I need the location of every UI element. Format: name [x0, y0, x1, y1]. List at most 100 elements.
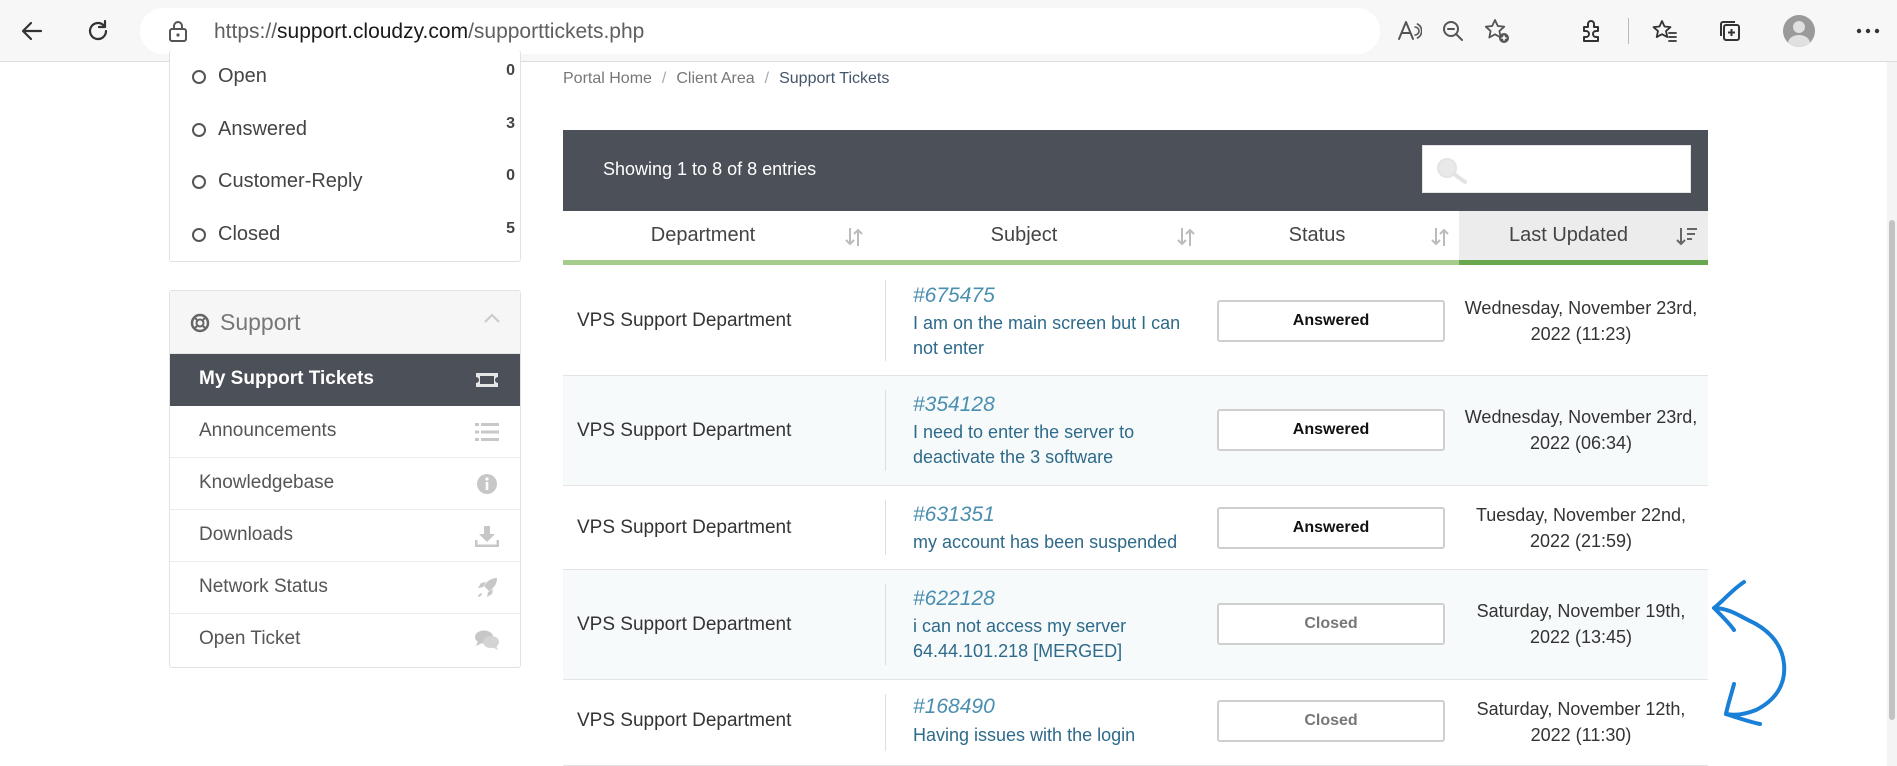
collections-icon[interactable] — [1711, 12, 1749, 50]
filter-open[interactable]: Open 0 — [192, 62, 515, 95]
table-row[interactable]: VPS Support Department #622128 i can not… — [563, 570, 1708, 680]
ticket-id-link[interactable]: #168490 — [913, 695, 995, 719]
ticket-subject-link[interactable]: I am on the main screen but I can not en… — [913, 311, 1203, 361]
filter-label: Answered — [218, 118, 307, 140]
sidebar-item-my-support-tickets[interactable]: My Support Tickets — [170, 354, 520, 406]
ticket-subject-link[interactable]: I need to enter the server to deactivate… — [913, 420, 1203, 470]
breadcrumb-portal-home[interactable]: Portal Home — [563, 70, 652, 87]
zoom-out-icon[interactable] — [1434, 12, 1472, 50]
sidebar-item-downloads[interactable]: Downloads — [170, 510, 520, 562]
column-header-department[interactable]: Department — [563, 211, 873, 265]
filter-count: 3 — [506, 115, 515, 132]
radio-button[interactable] — [192, 70, 206, 84]
status-badge: Answered — [1217, 300, 1445, 342]
sidebar-item-label: Knowledgebase — [199, 472, 335, 493]
breadcrumb-client-area[interactable]: Client Area — [676, 70, 754, 87]
status-badge: Closed — [1217, 603, 1445, 645]
breadcrumb: Portal Home / Client Area / Support Tickets — [563, 70, 890, 87]
url-host: support.cloudzy.com — [277, 20, 469, 43]
last-updated-cell: Saturday, November 12th, 2022 (11:30) — [1476, 699, 1686, 745]
ticket-subject-link[interactable]: i can not access my server 64.44.101.218… — [913, 614, 1203, 664]
sort-icon[interactable] — [1431, 226, 1449, 253]
sort-icon[interactable] — [845, 226, 863, 253]
table-row[interactable]: VPS Support Department #675475 I am on t… — [563, 266, 1708, 376]
sidebar-item-label: Announcements — [199, 420, 337, 441]
column-header-label: Status — [1288, 224, 1346, 246]
filter-label: Closed — [218, 223, 281, 245]
ticket-icon — [474, 368, 500, 392]
column-header-subject[interactable]: Subject — [873, 211, 1205, 265]
column-header-label: Subject — [990, 224, 1058, 246]
radio-button[interactable] — [192, 175, 206, 189]
info-icon — [474, 472, 500, 496]
support-panel-header[interactable]: Support — [170, 291, 520, 354]
table-column-headers: Department Subject Status Last Updated — [563, 211, 1708, 265]
department-cell: VPS Support Department — [577, 420, 792, 441]
download-icon — [474, 524, 500, 548]
sidebar-item-knowledgebase[interactable]: Knowledgebase — [170, 458, 520, 510]
department-cell: VPS Support Department — [577, 517, 792, 538]
last-updated-cell: Tuesday, November 22nd, 2022 (21:59) — [1475, 505, 1687, 551]
ticket-id-link[interactable]: #631351 — [913, 503, 995, 527]
chevron-up-icon[interactable] — [483, 311, 501, 329]
sidebar-item-announcements[interactable]: Announcements — [170, 406, 520, 458]
sort-icon[interactable] — [1177, 226, 1195, 253]
toolbar-divider — [1628, 18, 1629, 44]
table-row[interactable]: VPS Support Department #168490 Having is… — [563, 680, 1708, 766]
support-panel-title: Support — [220, 309, 301, 335]
status-badge: Answered — [1217, 507, 1445, 549]
sidebar-item-network-status[interactable]: Network Status — [170, 562, 520, 614]
address-bar[interactable]: https://support.cloudzy.com/supportticke… — [140, 8, 1509, 54]
url-text[interactable]: https://support.cloudzy.com/supportticke… — [214, 20, 644, 44]
entries-info: Showing 1 to 8 of 8 entries — [603, 159, 817, 179]
department-cell: VPS Support Department — [577, 614, 792, 635]
ticket-id-link[interactable]: #354128 — [913, 393, 995, 417]
back-arrow-icon[interactable] — [13, 12, 51, 50]
filter-label: Customer-Reply — [218, 170, 363, 192]
sidebar-item-open-ticket[interactable]: Open Ticket — [170, 614, 520, 666]
lock-icon[interactable] — [168, 19, 188, 48]
hand-drawn-arrow-annotation — [1712, 580, 1787, 726]
ticket-id-link[interactable]: #675475 — [913, 284, 995, 308]
table-row[interactable]: VPS Support Department #631351 my accoun… — [563, 486, 1708, 570]
breadcrumb-current: Support Tickets — [779, 70, 890, 87]
last-updated-cell: Wednesday, November 23rd, 2022 (11:23) — [1464, 298, 1698, 344]
ticket-subject-link[interactable]: Having issues with the login — [913, 723, 1203, 748]
filter-count: 0 — [506, 167, 515, 184]
profile-avatar[interactable] — [1783, 15, 1815, 47]
department-cell: VPS Support Department — [577, 310, 792, 331]
sort-descending-icon[interactable] — [1676, 226, 1698, 253]
scrollbar-thumb[interactable] — [1889, 220, 1895, 720]
table-search[interactable] — [1422, 145, 1691, 193]
extensions-icon[interactable] — [1573, 12, 1611, 50]
support-panel: Support My Support Tickets Announcements… — [169, 290, 521, 668]
department-cell: VPS Support Department — [577, 710, 792, 731]
filter-label: Open — [218, 65, 267, 87]
add-favorite-icon[interactable] — [1478, 12, 1516, 50]
more-menu-icon[interactable] — [1849, 12, 1887, 50]
radio-button[interactable] — [192, 123, 206, 137]
filter-closed[interactable]: Closed 5 — [192, 220, 515, 253]
sidebar-item-label: My Support Tickets — [199, 368, 374, 389]
ticket-id-link[interactable]: #622128 — [913, 587, 995, 611]
filter-count: 0 — [506, 62, 515, 79]
filter-count: 5 — [506, 220, 515, 237]
table-row[interactable]: VPS Support Department #354128 I need to… — [563, 376, 1708, 486]
ticket-subject-link[interactable]: my account has been suspended — [913, 530, 1233, 555]
column-header-status[interactable]: Status — [1205, 211, 1459, 265]
sidebar-item-label: Downloads — [199, 524, 293, 545]
search-input[interactable] — [1473, 154, 1687, 186]
refresh-icon[interactable] — [79, 12, 117, 50]
radio-button[interactable] — [192, 228, 206, 242]
status-filter-panel: Open 0 Answered 3 Customer-Reply 0 Close… — [169, 50, 521, 262]
last-updated-cell: Wednesday, November 23rd, 2022 (06:34) — [1464, 407, 1698, 453]
filter-answered[interactable]: Answered 3 — [192, 115, 515, 148]
tickets-table-toolbar: Showing 1 to 8 of 8 entries — [563, 130, 1708, 211]
url-path: /supporttickets.php — [468, 20, 645, 43]
favorites-icon[interactable] — [1646, 12, 1684, 50]
status-badge: Closed — [1217, 700, 1445, 742]
filter-customer-reply[interactable]: Customer-Reply 0 — [192, 167, 515, 200]
status-badge: Answered — [1217, 409, 1445, 451]
column-header-last-updated[interactable]: Last Updated — [1459, 211, 1708, 265]
read-aloud-icon[interactable] — [1390, 12, 1428, 50]
